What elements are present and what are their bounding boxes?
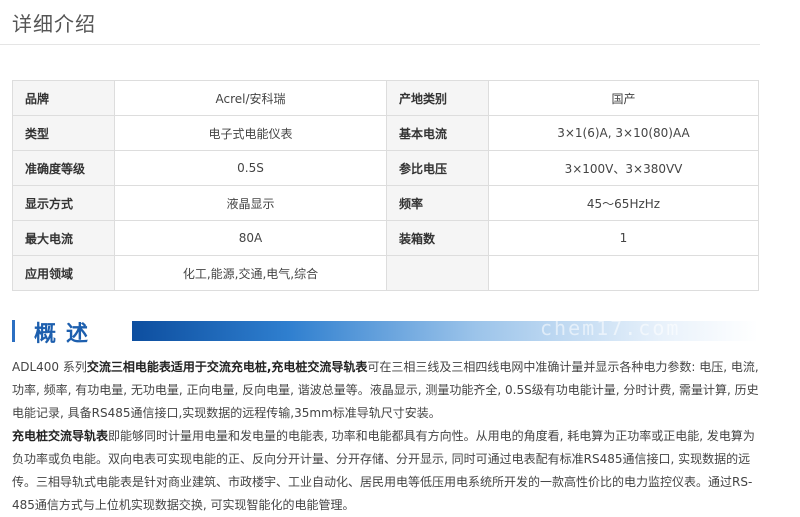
spec-key: 装箱数 bbox=[386, 220, 489, 256]
spec-value: 1 bbox=[488, 220, 759, 256]
overview-title: 概述 bbox=[34, 322, 99, 347]
spec-value: 国产 bbox=[488, 80, 759, 116]
paragraph-text: ADL400 系列 bbox=[12, 360, 87, 374]
spec-key: 类型 bbox=[12, 115, 115, 151]
paragraph-bold-text: 充电桩交流导轨表 bbox=[12, 429, 109, 443]
spec-key: 应用领域 bbox=[12, 255, 115, 291]
spec-key: 显示方式 bbox=[12, 185, 115, 221]
overview-content: ADL400 系列交流三相电能表适用于交流充电桩,充电桩交流导轨表可在三相三线及… bbox=[12, 356, 760, 517]
spec-value: 电子式电能仪表 bbox=[114, 115, 387, 151]
spec-value: 液晶显示 bbox=[114, 185, 387, 221]
overview-paragraph: ADL400 系列交流三相电能表适用于交流充电桩,充电桩交流导轨表可在三相三线及… bbox=[12, 356, 760, 425]
spec-key: 频率 bbox=[386, 185, 489, 221]
spec-key: 准确度等级 bbox=[12, 150, 115, 186]
table-row: 类型 电子式电能仪表 基本电流 3×1(6)A, 3×10(80)AA bbox=[12, 115, 759, 151]
spec-table: 品牌 Acrel/安科瑞 产地类别 国产 类型 电子式电能仪表 基本电流 3×1… bbox=[12, 80, 759, 291]
paragraph-text: 即能够同时计量用电量和发电量的电能表, 功率和电能都具有方向性。从用电的角度看,… bbox=[12, 429, 755, 512]
spec-key: 产地类别 bbox=[386, 80, 489, 116]
table-row: 品牌 Acrel/安科瑞 产地类别 国产 bbox=[12, 80, 759, 116]
spec-value: 45～65HzHz bbox=[488, 185, 759, 221]
spec-key: 参比电压 bbox=[386, 150, 489, 186]
section-header: 详细介绍 bbox=[0, 0, 760, 45]
banner-accent-bar bbox=[12, 320, 15, 342]
section-title: 详细介绍 bbox=[12, 12, 96, 36]
spec-value bbox=[488, 255, 759, 291]
spec-key bbox=[386, 255, 489, 291]
overview-paragraph: 充电桩交流导轨表即能够同时计量用电量和发电量的电能表, 功率和电能都具有方向性。… bbox=[12, 425, 760, 517]
spec-value: Acrel/安科瑞 bbox=[114, 80, 387, 116]
spec-value: 3×100V、3×380VV bbox=[488, 150, 759, 186]
spec-key: 品牌 bbox=[12, 80, 115, 116]
table-row: 应用领域 化工,能源,交通,电气,综合 bbox=[12, 255, 759, 291]
paragraph-bold-text: 交流三相电能表适用于交流充电桩,充电桩交流导轨表 bbox=[86, 360, 368, 374]
table-row: 准确度等级 0.5S 参比电压 3×100V、3×380VV bbox=[12, 150, 759, 186]
spec-key: 基本电流 bbox=[386, 115, 489, 151]
table-row: 最大电流 80A 装箱数 1 bbox=[12, 220, 759, 256]
spec-value: 化工,能源,交通,电气,综合 bbox=[114, 255, 387, 291]
spec-key: 最大电流 bbox=[12, 220, 115, 256]
spec-value: 80A bbox=[114, 220, 387, 256]
watermark: chem17.com bbox=[540, 316, 681, 340]
spec-value: 0.5S bbox=[114, 150, 387, 186]
table-row: 显示方式 液晶显示 频率 45～65HzHz bbox=[12, 185, 759, 221]
spec-value: 3×1(6)A, 3×10(80)AA bbox=[488, 115, 759, 151]
